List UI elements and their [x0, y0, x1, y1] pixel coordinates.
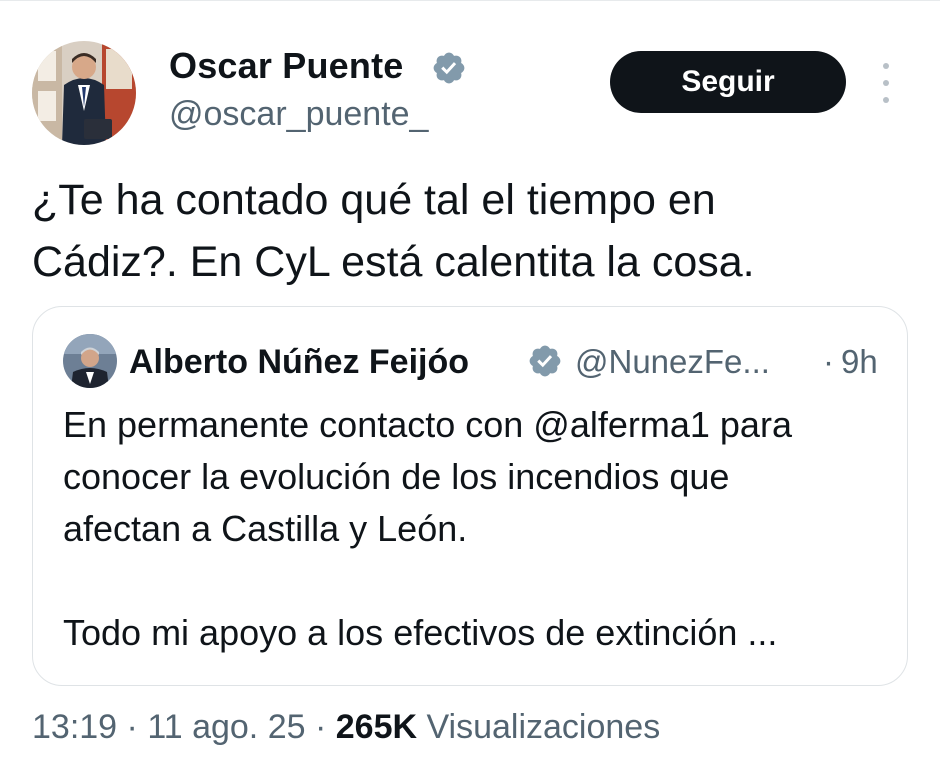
avatar-photo: [32, 41, 136, 145]
quote-avatar-photo: [63, 334, 117, 388]
more-options-icon[interactable]: [872, 63, 900, 103]
quote-timestamp[interactable]: 9h: [841, 343, 878, 381]
more-dot: [883, 80, 889, 86]
tweet-time[interactable]: 13:19: [32, 708, 117, 746]
meta-separator: ·: [126, 708, 138, 746]
quote-separator: ·: [823, 343, 834, 380]
quote-author-avatar: [63, 334, 117, 388]
tweet-view: Oscar Puente @oscar_puente_ Seguir ¿Te h…: [0, 0, 940, 778]
views-count: 265K: [335, 708, 418, 746]
quote-text-line: Todo mi apoyo a los efectivos de extinci…: [63, 612, 778, 653]
quote-text-line: afectan a Castilla y León.: [63, 508, 468, 549]
quote-text-line: En permanente contacto con @alferma1 par…: [63, 404, 792, 445]
author-name[interactable]: Oscar Puente: [169, 45, 404, 87]
tweet-date[interactable]: 11 ago. 25: [147, 708, 305, 746]
views-label: Visualizaciones: [426, 708, 661, 746]
quote-author-handle[interactable]: @NunezFe...: [575, 343, 770, 381]
author-avatar[interactable]: [32, 41, 136, 145]
quote-text: En permanente contacto con @alferma1 par…: [63, 399, 893, 659]
verified-badge-icon: [433, 52, 465, 84]
quote-verified-badge-icon: [529, 345, 561, 377]
author-handle[interactable]: @oscar_puente_: [169, 95, 428, 134]
quote-text-line: conocer la evolución de los incendios qu…: [63, 456, 730, 497]
meta-separator: ·: [314, 708, 327, 746]
more-dot: [883, 63, 889, 69]
more-dot: [883, 97, 889, 103]
tweet-text: ¿Te ha contado qué tal el tiempo en Cádi…: [32, 176, 755, 286]
quote-author-name[interactable]: Alberto Núñez Feijóo: [129, 343, 469, 382]
tweet-meta: 13:19 · 11 ago. 25 · 265K Visualizacione…: [32, 708, 660, 747]
quote-text-line: [63, 555, 893, 607]
follow-button[interactable]: Seguir: [610, 51, 846, 113]
quoted-tweet-card[interactable]: Alberto Núñez Feijóo @NunezFe... · 9h En…: [32, 306, 908, 686]
